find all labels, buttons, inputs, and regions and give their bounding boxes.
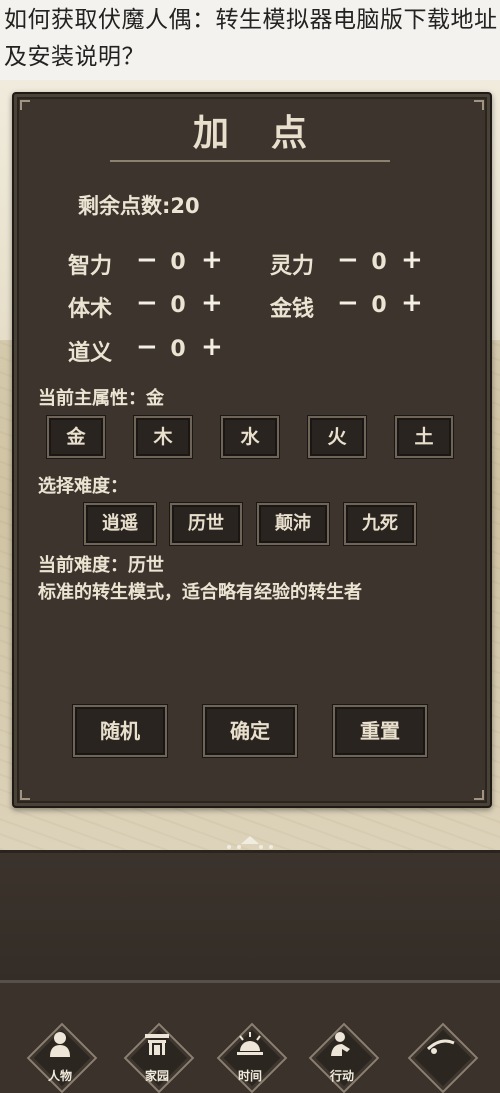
decrease-body-button[interactable]: − <box>136 290 158 316</box>
nav-home-button[interactable]: 家园 <box>123 1022 195 1093</box>
stat-value-morality: 0 <box>170 337 186 362</box>
stat-label-body: 体术 <box>68 297 113 322</box>
nav-character-button[interactable]: 人物 <box>26 1022 98 1093</box>
stat-label-morality: 道义 <box>68 341 113 366</box>
corner-ornament <box>20 790 30 800</box>
element-metal-button[interactable]: 金 <box>47 416 105 458</box>
chevron-up-icon[interactable] <box>0 834 500 854</box>
stat-value-money: 0 <box>371 293 387 318</box>
increase-morality-button[interactable]: + <box>201 334 223 360</box>
action-icon <box>309 1031 375 1063</box>
element-earth-button[interactable]: 土 <box>395 416 453 458</box>
stat-value-spirit: 0 <box>371 250 387 275</box>
stat-label-intelligence: 智力 <box>68 254 113 279</box>
nav-action-button[interactable]: 行动 <box>308 1022 380 1093</box>
more-icon <box>408 1031 474 1063</box>
nav-label: 行动 <box>329 1069 354 1083</box>
page-caption: 如何获取伏魔人偶：转生模拟器电脑版下载地址及安装说明？ <box>0 0 500 80</box>
remaining-points: 剩余点数:20 <box>78 194 200 218</box>
difficulty-description: 标准的转生模式，适合略有经验的转生者 <box>38 582 362 603</box>
nav-label: 人物 <box>47 1069 72 1083</box>
difficulty-hard-button[interactable]: 颠沛 <box>257 503 329 545</box>
increase-body-button[interactable]: + <box>201 290 223 316</box>
element-water-button[interactable]: 水 <box>221 416 279 458</box>
random-button[interactable]: 随机 <box>73 705 167 757</box>
difficulty-extreme-button[interactable]: 九死 <box>344 503 416 545</box>
increase-intelligence-button[interactable]: + <box>201 247 223 273</box>
title-divider <box>110 160 390 162</box>
decrease-morality-button[interactable]: − <box>136 334 158 360</box>
increase-spirit-button[interactable]: + <box>401 247 423 273</box>
choose-difficulty-label: 选择难度： <box>38 476 128 497</box>
decrease-money-button[interactable]: − <box>337 290 359 316</box>
bottom-panel <box>0 850 500 983</box>
element-fire-button[interactable]: 火 <box>308 416 366 458</box>
nav-more-button[interactable] <box>407 1022 479 1093</box>
dialog-title: 加点 <box>192 113 349 154</box>
increase-money-button[interactable]: + <box>401 290 423 316</box>
nav-label: 时间 <box>237 1069 262 1083</box>
house-icon <box>124 1031 190 1063</box>
current-main-attribute: 当前主属性：金 <box>38 388 164 409</box>
stat-value-body: 0 <box>170 293 186 318</box>
stat-label-spirit: 灵力 <box>270 254 315 279</box>
person-icon <box>27 1031 93 1063</box>
stat-label-money: 金钱 <box>270 297 315 322</box>
element-wood-button[interactable]: 木 <box>134 416 192 458</box>
reset-button[interactable]: 重置 <box>333 705 427 757</box>
decrease-spirit-button[interactable]: − <box>337 247 359 273</box>
stat-value-intelligence: 0 <box>170 250 186 275</box>
confirm-button[interactable]: 确定 <box>203 705 297 757</box>
current-difficulty: 当前难度：历世 <box>38 555 164 576</box>
sun-icon <box>217 1031 283 1063</box>
nav-label: 家园 <box>144 1069 169 1083</box>
difficulty-easy-button[interactable]: 逍遥 <box>84 503 156 545</box>
nav-time-button[interactable]: 时间 <box>216 1022 288 1093</box>
difficulty-normal-button[interactable]: 历世 <box>170 503 242 545</box>
decrease-intelligence-button[interactable]: − <box>136 247 158 273</box>
corner-ornament <box>474 790 484 800</box>
